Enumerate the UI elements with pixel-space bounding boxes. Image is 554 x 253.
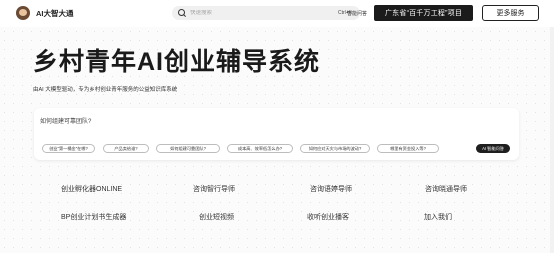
link-startup-videos[interactable]: 创业短视频: [199, 212, 234, 222]
link-incubator-online[interactable]: 创业孵化器ONLINE: [61, 184, 122, 194]
page-title: 乡村青年AI创业辅导系统: [33, 48, 321, 76]
link-mentor-yuting[interactable]: 咨询语婷导师: [310, 184, 352, 194]
suggestion-chip[interactable]: 如何应对天灾与市场的波动?: [300, 144, 370, 153]
search-box[interactable]: Ctrl+K: [172, 6, 360, 20]
link-mentor-xiaotong[interactable]: 咨询晓通导师: [425, 184, 467, 194]
suggestion-chip[interactable]: 产品卖给谁?: [103, 144, 149, 153]
search-input[interactable]: [190, 10, 290, 16]
top-navigation-bar: AI大智大通 Ctrl+K 智能问答 广东省“百千万工程”项目 更多服务: [0, 0, 554, 27]
link-mentor-zhixing[interactable]: 咨询智行导师: [193, 184, 235, 194]
suggestion-chip[interactable]: 如何组建可靠团队?: [156, 144, 220, 153]
brand-name: AI大智大通: [36, 8, 74, 18]
suggestion-chip[interactable]: 创业“第一桶金”在哪?: [42, 144, 95, 153]
search-icon: [178, 9, 186, 17]
ai-qa-button[interactable]: AI 智能问答: [476, 144, 510, 153]
smart-qa-link[interactable]: 智能问答: [347, 10, 367, 17]
link-bp-generator[interactable]: BP创业计划书生成器: [61, 212, 126, 222]
link-join-us[interactable]: 加入我们: [424, 212, 452, 222]
vertical-scrollbar[interactable]: [550, 27, 554, 253]
link-startup-podcast[interactable]: 收听创业播客: [307, 212, 349, 222]
qa-input-card[interactable]: 如何组建可靠团队? 创业“第一桶金”在哪? 产品卖给谁? 如何组建可靠团队? 成…: [34, 108, 519, 160]
project-button[interactable]: 广东省“百千万工程”项目: [374, 5, 473, 21]
more-services-button[interactable]: 更多服务: [482, 5, 539, 21]
brand[interactable]: AI大智大通: [16, 6, 74, 20]
qa-prompt-text[interactable]: 如何组建可靠团队?: [40, 116, 91, 125]
brand-avatar-icon: [16, 6, 30, 20]
suggestion-chip[interactable]: 成本高、效率低怎么办?: [227, 144, 293, 153]
suggestion-chip[interactable]: 哪里有资金投入等?: [377, 144, 439, 153]
page-subtitle: 由AI 大模型驱动，专为乡村创业青年服务的公益知识库系统: [33, 87, 178, 93]
